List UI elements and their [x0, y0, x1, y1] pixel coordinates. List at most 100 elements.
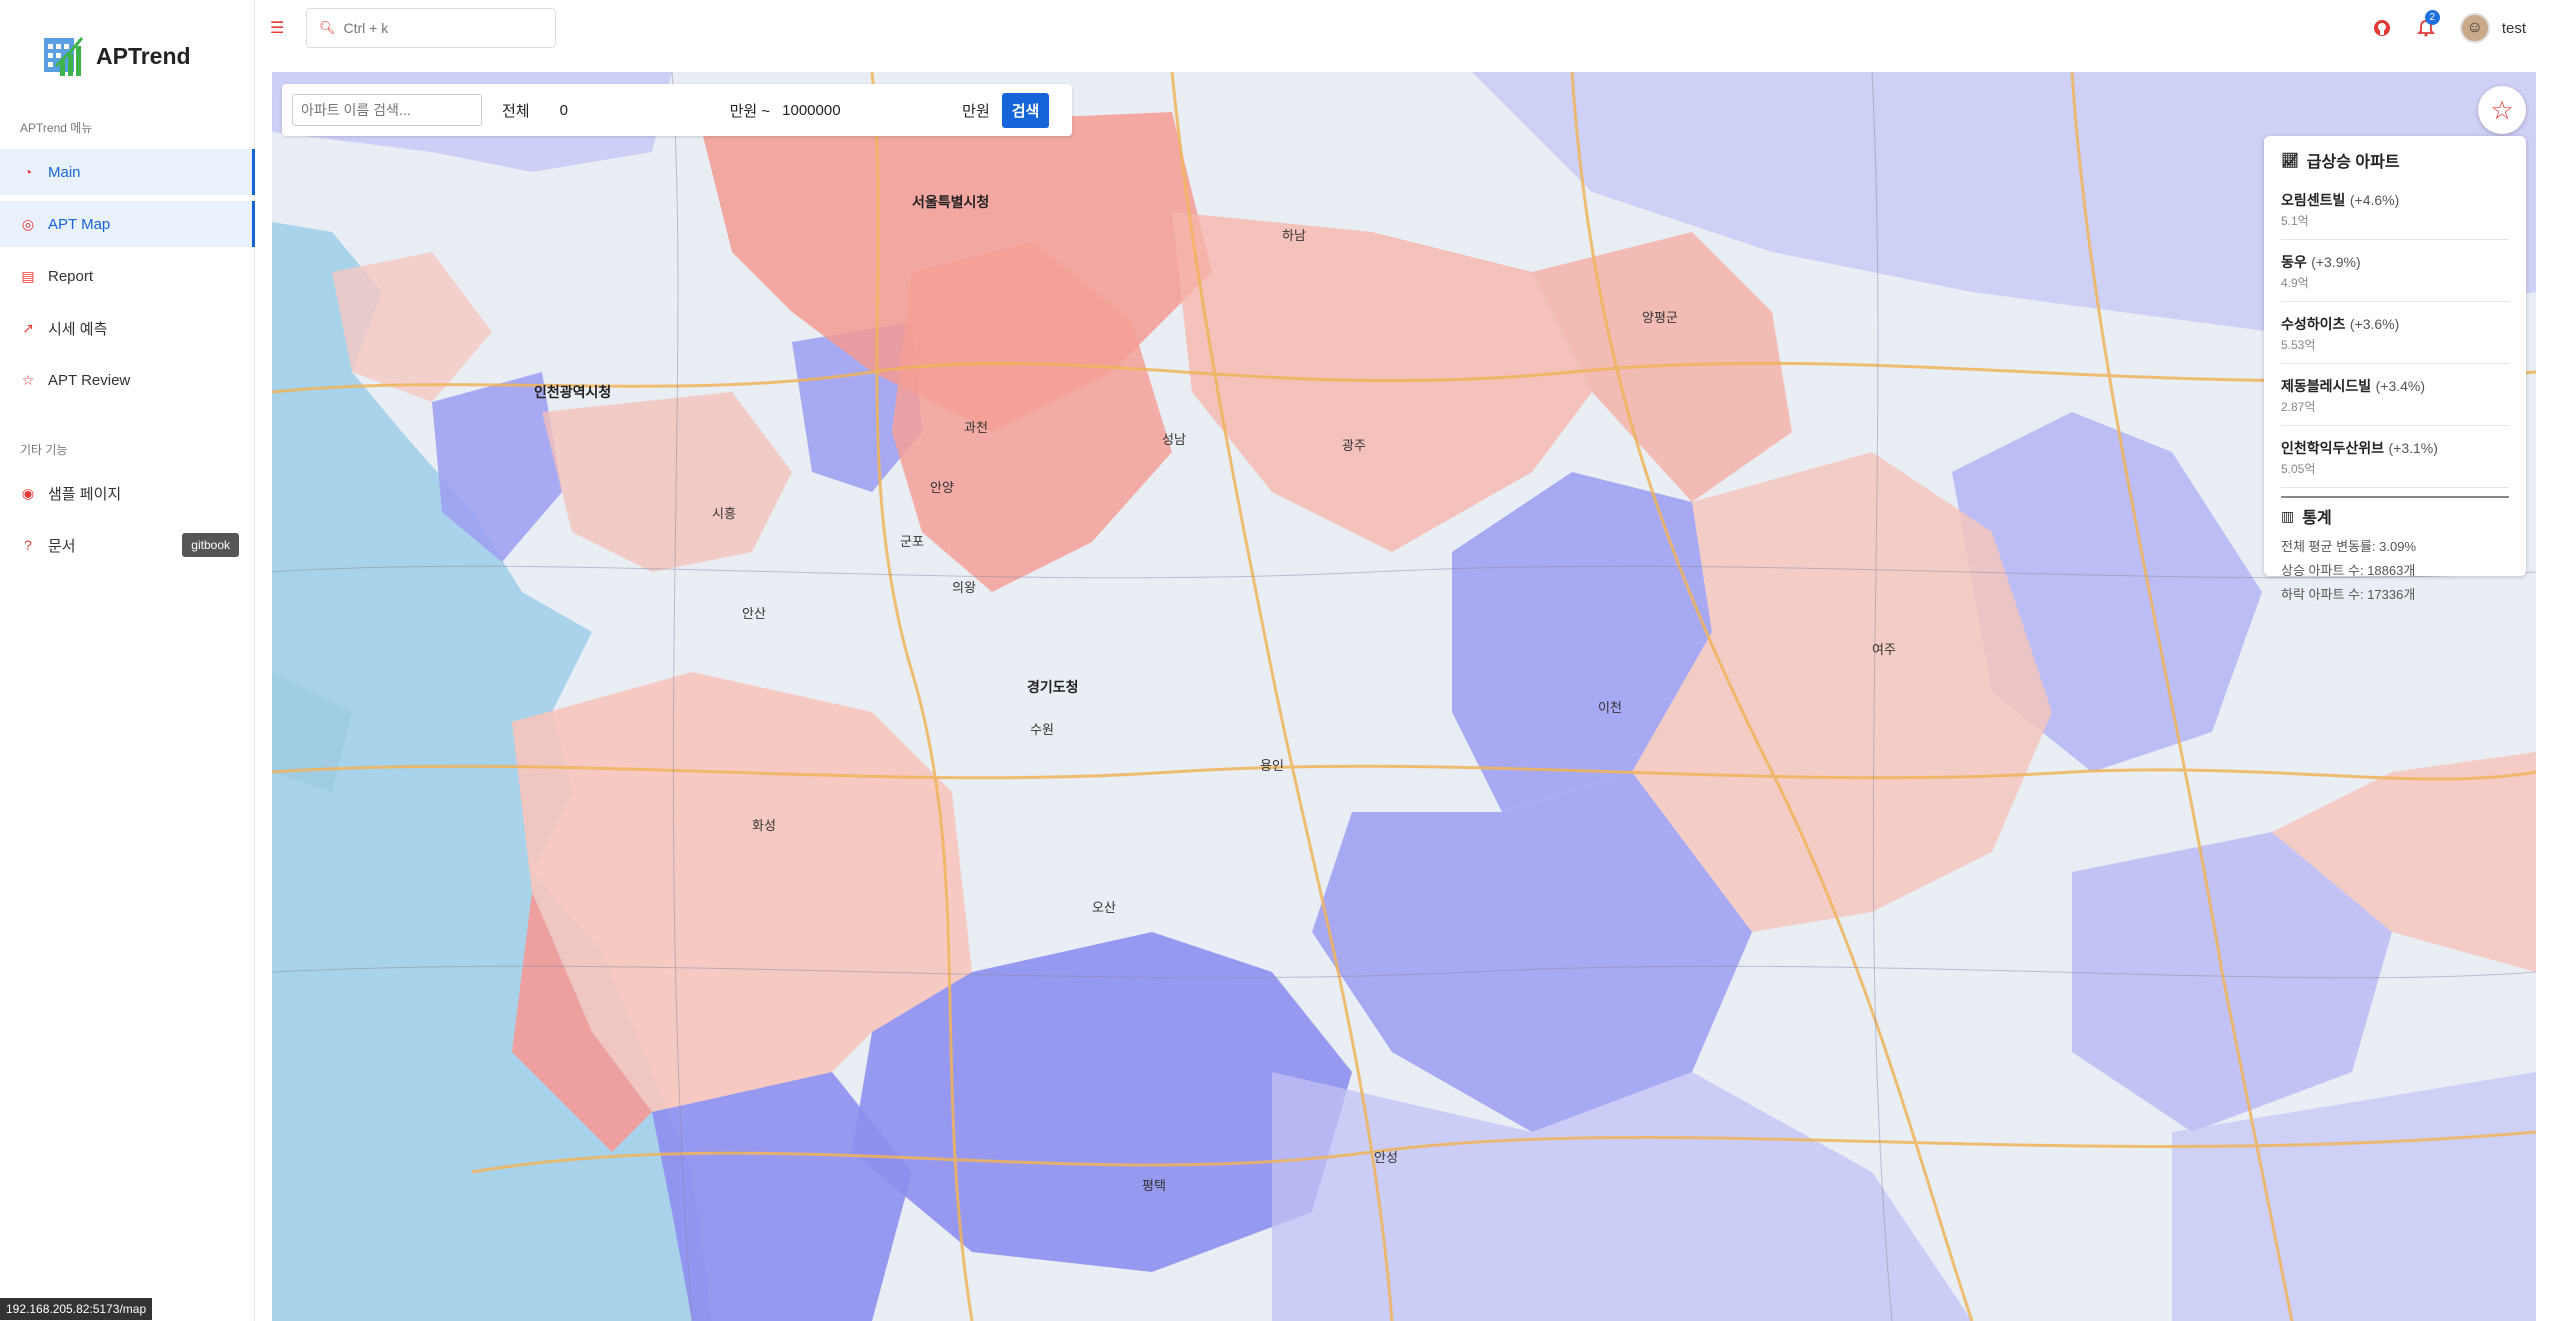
map-label: 광주: [1342, 438, 1366, 453]
section-label-other: 기타 기능: [20, 443, 68, 457]
brand-name: APTrend: [96, 42, 191, 69]
brand[interactable]: APTrend: [42, 34, 191, 78]
global-search-input[interactable]: [343, 20, 544, 36]
avatar[interactable]: ☺: [2459, 13, 2490, 43]
dashboard-icon: ◔: [23, 164, 33, 180]
star-icon: ☆: [21, 371, 35, 388]
apt-name: 오림센트빌: [2281, 192, 2346, 208]
apt-price: 5.1억: [2281, 214, 2309, 228]
list-item[interactable]: 오림센트빌 (+4.6%) 5.1억: [2281, 184, 2509, 240]
favorite-star-button[interactable]: ☆: [2478, 86, 2526, 134]
menu-toggle-icon[interactable]: ☰: [270, 18, 290, 38]
section-label-main: APTrend 메뉴: [20, 121, 93, 135]
star-icon: ☆: [2490, 94, 2514, 125]
map-label: 안성: [1374, 1150, 1398, 1165]
apt-name-search-input[interactable]: [292, 94, 482, 126]
apt-map[interactable]: 서울특별시청 인천광역시청 경기도청 과천 안양 수원 화성 오산 평택 안성 …: [272, 72, 2536, 1321]
sidebar-item-docs[interactable]: ? 문서 gitbook: [0, 522, 255, 568]
chart-line-icon: ↗: [22, 319, 34, 336]
map-label: 여주: [1872, 642, 1896, 657]
map-label: 평택: [1142, 1178, 1166, 1193]
sidebar-item-report[interactable]: ▤ Report: [0, 253, 255, 299]
apt-rate: (+3.6%): [2349, 316, 2400, 332]
map-label: 안양: [930, 480, 954, 495]
apt-price: 5.53억: [2281, 338, 2316, 352]
max-price-input[interactable]: 1000000: [782, 102, 962, 119]
username[interactable]: test: [2502, 20, 2526, 37]
list-item[interactable]: 제동블레시드빌 (+3.4%) 2.87억: [2281, 370, 2509, 426]
apt-rate: (+3.4%): [2375, 378, 2426, 394]
map-label: 경기도청: [1027, 679, 1079, 695]
sidebar-item-apt-map[interactable]: ◎ APT Map: [0, 201, 255, 247]
map-label: 용인: [1260, 758, 1284, 773]
document-icon: ▤: [21, 267, 35, 284]
stats-title: ▥ 통계: [2281, 496, 2509, 528]
sidebar-item-price-forecast[interactable]: ↗ 시세 예측: [0, 305, 255, 351]
map-label: 인천광역시청: [534, 384, 611, 400]
map-label: 수원: [1030, 722, 1054, 737]
map-label: 안산: [742, 606, 766, 621]
apt-rate: (+3.1%): [2388, 440, 2438, 456]
search-icon: 🔍︎: [319, 20, 336, 35]
map-label: 서울특별시청: [912, 194, 989, 210]
map-label: 성남: [1162, 432, 1186, 447]
stat-rising-count: 상승 아파트 수: 18863개: [2281, 563, 2416, 578]
sidebar-item-label: 시세 예측: [48, 320, 108, 338]
sidebar-item-label: Main: [48, 163, 81, 181]
question-icon: ?: [24, 537, 32, 553]
map-label: 하남: [1282, 228, 1306, 243]
map-label: 의왕: [952, 580, 976, 595]
sidebar-item-label: 샘플 페이지: [48, 485, 122, 503]
panel-title: 📈︎ 급상승 아파트: [2281, 148, 2509, 172]
sidebar: APTrend APTrend 메뉴 ◔ Main ◎ APT Map ▤ Re…: [0, 0, 255, 1321]
apt-name: 수성하이츠: [2281, 316, 2346, 332]
github-icon[interactable]: [2366, 12, 2398, 44]
topbar: ☰ 🔍︎ 2 ☺ test: [256, 0, 2556, 56]
sidebar-item-main[interactable]: ◔ Main: [0, 149, 255, 195]
sidebar-item-apt-review[interactable]: ☆ APT Review: [0, 357, 255, 403]
map-label: 이천: [1598, 700, 1622, 715]
sidebar-item-label: APT Review: [48, 371, 131, 389]
map-label: 오산: [1092, 900, 1116, 915]
global-search[interactable]: 🔍︎: [306, 8, 556, 48]
stats-title-text: 통계: [2302, 510, 2332, 527]
map-canvas: 서울특별시청 인천광역시청 경기도청 과천 안양 수원 화성 오산 평택 안성 …: [272, 72, 2536, 1321]
stat-falling-count: 하락 아파트 수: 17336개: [2281, 587, 2416, 602]
apt-price: 2.87억: [2281, 400, 2316, 414]
list-item[interactable]: 인천학익두산위브 (+3.1%) 5.05억: [2281, 432, 2509, 488]
apt-rate: (+4.6%): [2349, 192, 2400, 208]
rising-apartments-panel: 📈︎ 급상승 아파트 오림센트빌 (+4.6%) 5.1억 동우 (+3.9%)…: [2264, 136, 2526, 602]
gitbook-badge[interactable]: gitbook: [182, 533, 239, 557]
apt-rate: (+3.9%): [2311, 254, 2361, 270]
apt-name: 동우: [2281, 254, 2307, 270]
notification-count-badge: 2: [2424, 10, 2440, 25]
filter-bar: 전체 0 만원 ~ 1000000 만원 검색: [282, 84, 1072, 136]
search-button[interactable]: 검색: [1001, 92, 1050, 128]
map-label: 양평군: [1642, 310, 1678, 325]
region-select[interactable]: 전체: [502, 100, 530, 121]
map-label: 화성: [752, 818, 776, 833]
target-icon: ◉: [21, 484, 35, 501]
notification-bell-icon[interactable]: 2: [2410, 10, 2442, 44]
map-label: 과천: [964, 420, 988, 435]
sidebar-item-sample-page[interactable]: ◉ 샘플 페이지: [0, 470, 255, 516]
bar-chart-icon: ▥: [2281, 507, 2295, 524]
apt-name: 제동블레시드빌: [2281, 378, 2372, 394]
sidebar-item-label: APT Map: [48, 215, 111, 233]
panel-title-text: 급상승 아파트: [2306, 154, 2400, 171]
stat-avg-change: 전체 평균 변동률: 3.09%: [2281, 539, 2417, 554]
sidebar-item-label: 문서: [48, 537, 76, 555]
map-label: 군포: [900, 534, 924, 549]
min-price-input[interactable]: 0: [560, 102, 730, 119]
status-url: 192.168.205.82:5173/map: [0, 1298, 153, 1320]
brand-logo-icon: [44, 37, 84, 76]
min-price-unit: 만원 ~: [729, 102, 771, 120]
list-item[interactable]: 동우 (+3.9%) 4.9억: [2281, 246, 2509, 302]
map-pin-icon: ◎: [21, 215, 35, 232]
list-item[interactable]: 수성하이츠 (+3.6%) 5.53억: [2281, 308, 2509, 364]
map-label: 시흥: [712, 506, 736, 521]
apt-price: 4.9억: [2281, 276, 2309, 290]
apt-name: 인천학익두산위브: [2281, 440, 2385, 456]
max-price-unit: 만원: [962, 102, 990, 120]
topbar-actions: 2 ☺ test: [2354, 10, 2526, 44]
